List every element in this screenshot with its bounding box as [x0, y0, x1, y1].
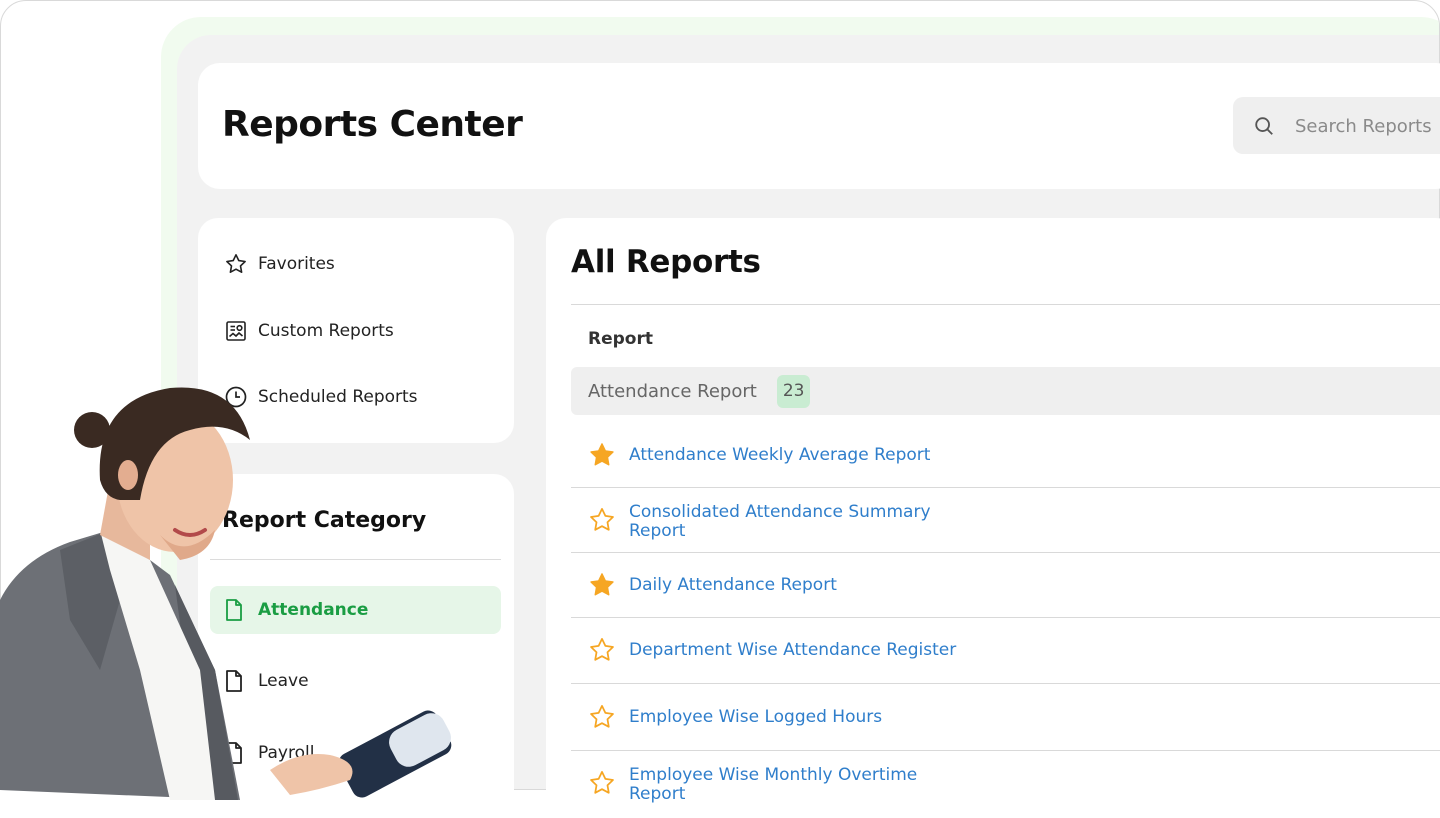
report-link[interactable]: Daily Attendance Report — [629, 571, 837, 595]
column-header-report: Report — [588, 329, 653, 349]
report-row[interactable]: Department Wise Attendance Register — [588, 636, 956, 664]
reports-divider — [571, 304, 1440, 305]
star-outline-icon[interactable] — [588, 506, 616, 534]
nav-custom-reports[interactable]: Custom Reports — [224, 316, 394, 346]
report-count-badge: 23 — [776, 374, 811, 408]
row-divider — [571, 617, 1440, 618]
report-link[interactable]: Employee Wise Monthly Overtime Report — [629, 766, 939, 804]
star-outline-icon[interactable] — [588, 636, 616, 664]
row-divider — [571, 487, 1440, 488]
star-outline-icon[interactable] — [588, 769, 616, 797]
report-link[interactable]: Department Wise Attendance Register — [629, 636, 956, 660]
report-group-name: Attendance Report — [588, 380, 757, 402]
report-link[interactable]: Attendance Weekly Average Report — [629, 441, 930, 465]
star-outline-icon — [226, 254, 246, 273]
report-row[interactable]: Employee Wise Logged Hours — [588, 703, 882, 731]
person-illustration — [0, 387, 452, 800]
star-outline-icon[interactable] — [588, 703, 616, 731]
star-filled-icon[interactable] — [588, 571, 616, 599]
row-divider — [571, 683, 1440, 684]
report-row[interactable]: Consolidated Attendance Summary Report — [588, 503, 939, 541]
search-box[interactable] — [1233, 97, 1440, 156]
search-icon — [1255, 117, 1273, 135]
page-title: Reports Center — [222, 104, 523, 145]
nav-custom-reports-label: Custom Reports — [258, 321, 394, 341]
nav-favorites[interactable]: Favorites — [224, 249, 335, 279]
custom-report-icon — [226, 321, 246, 341]
report-link[interactable]: Employee Wise Logged Hours — [629, 703, 882, 727]
reports-title: All Reports — [571, 244, 761, 280]
report-row[interactable]: Daily Attendance Report — [588, 571, 837, 599]
report-row[interactable]: Employee Wise Monthly Overtime Report — [588, 766, 939, 804]
search-input[interactable] — [1293, 97, 1440, 156]
row-divider — [571, 750, 1440, 751]
row-divider — [571, 552, 1440, 553]
star-filled-icon[interactable] — [588, 441, 616, 469]
report-group-attendance[interactable]: Attendance Report 23 — [571, 367, 1440, 415]
report-link[interactable]: Consolidated Attendance Summary Report — [629, 503, 939, 541]
report-row[interactable]: Attendance Weekly Average Report — [588, 441, 930, 469]
nav-favorites-label: Favorites — [258, 254, 335, 274]
